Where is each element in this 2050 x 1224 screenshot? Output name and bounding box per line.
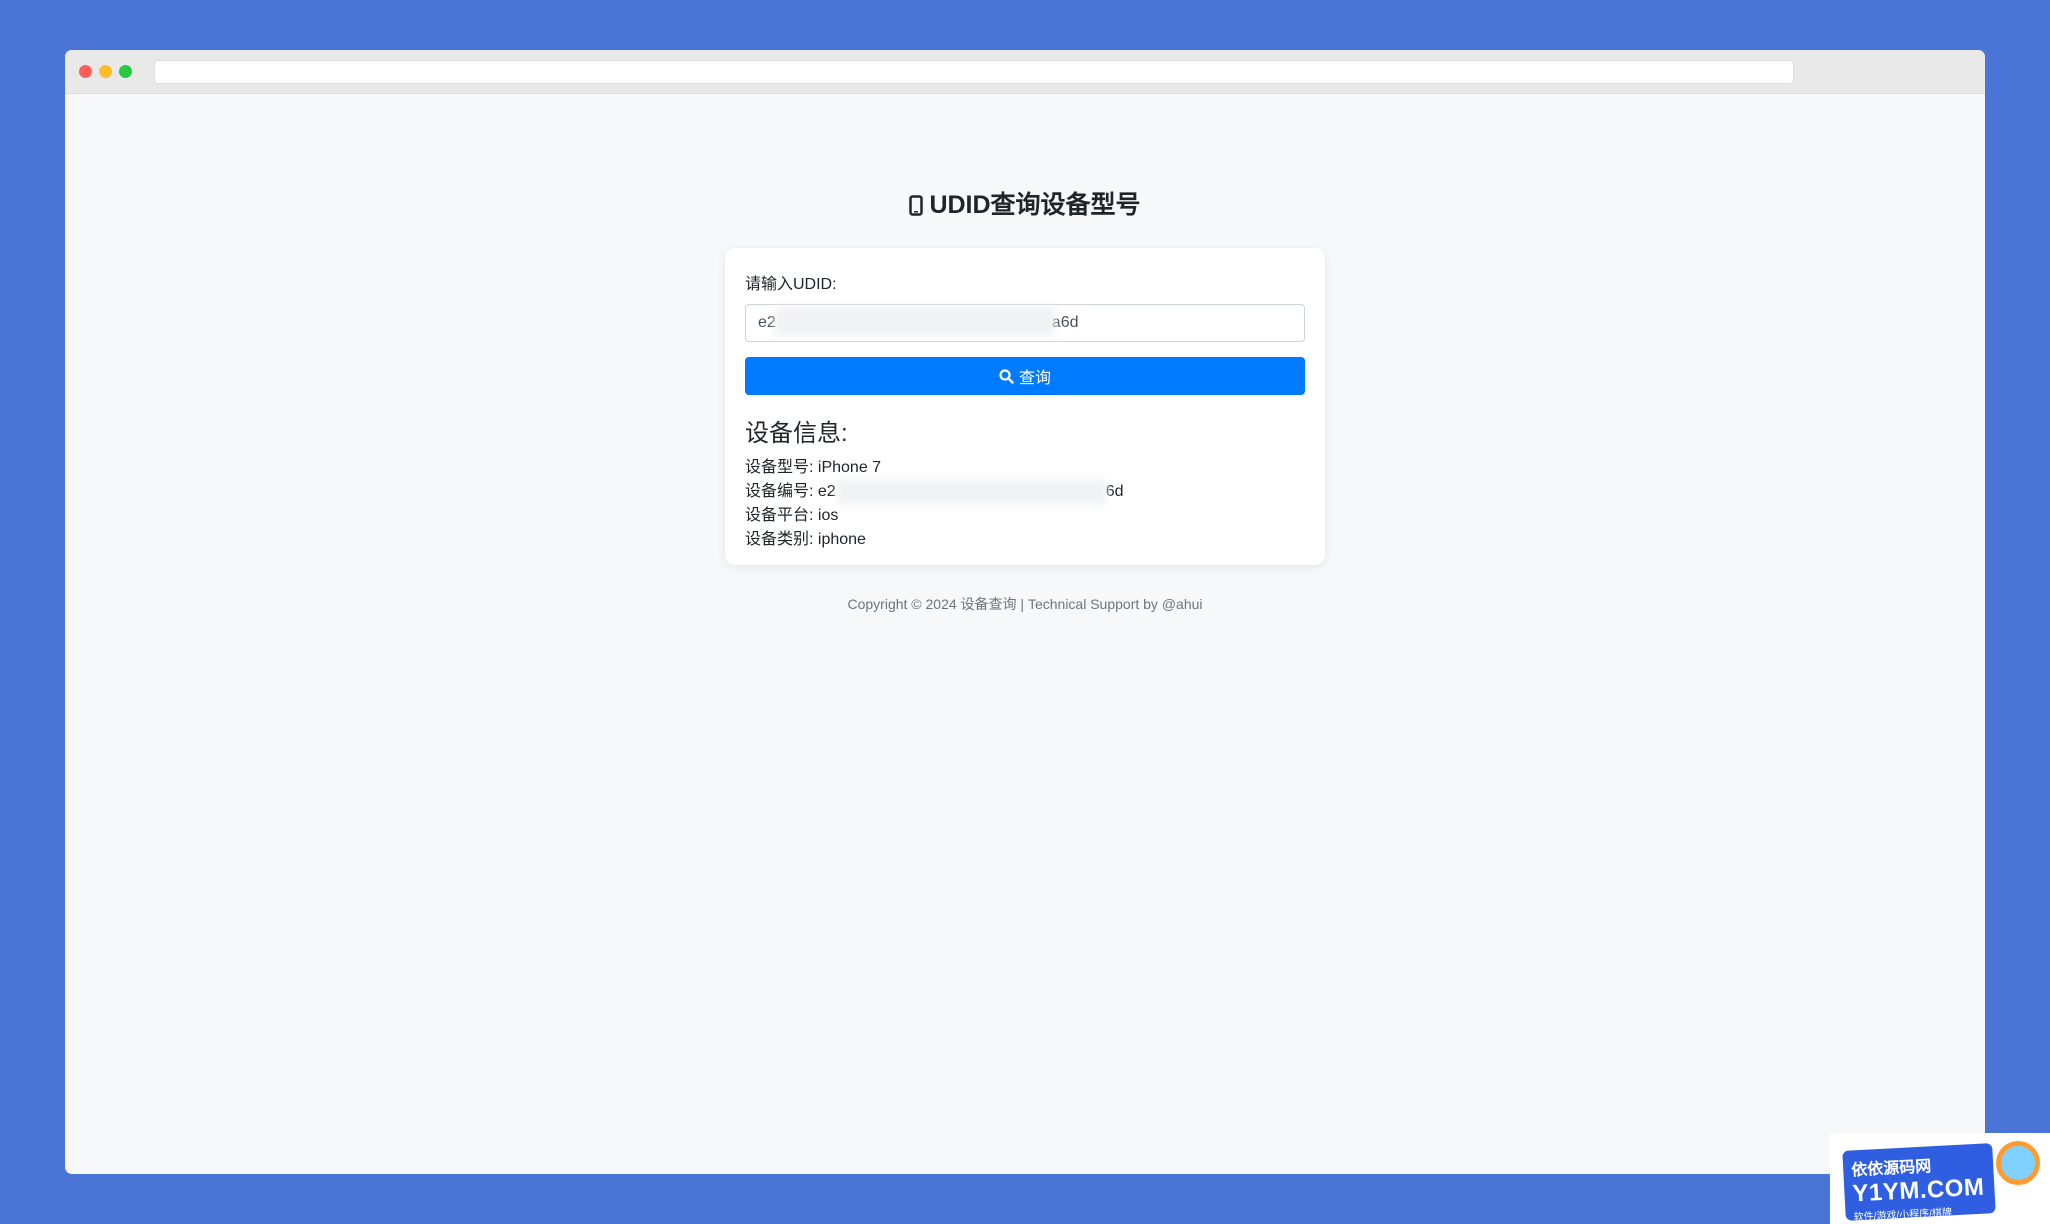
- watermark-badge: 依依源码网 Y1YM.COM 软件/游戏/小程序/棋牌: [1842, 1143, 1996, 1223]
- device-category-value: iphone: [817, 531, 866, 548]
- address-bar[interactable]: [154, 60, 1794, 84]
- device-model-value: iPhone 7: [817, 459, 882, 476]
- magnifier-icon: [1996, 1141, 2040, 1185]
- device-udid-value-start: e2: [817, 483, 836, 500]
- device-model-label: 设备型号:: [745, 459, 814, 476]
- search-icon: [999, 368, 1014, 384]
- device-category-label: 设备类别:: [745, 531, 814, 548]
- browser-window: UDID查询设备型号 请输入UDID: e2 a6d 查询 设备信息: 设备型号…: [65, 50, 1985, 1174]
- browser-chrome: [65, 50, 1985, 94]
- udid-input-value-start: e2: [758, 314, 776, 331]
- close-window-dot[interactable]: [79, 65, 92, 78]
- device-udid-label: 设备编号:: [745, 483, 814, 500]
- device-info-list: 设备型号: iPhone 7 设备编号: e2 6d 设备平台: ios 设备类别…: [745, 456, 1305, 552]
- device-udid-row: 设备编号: e2 6d: [745, 480, 1305, 504]
- query-button-label: 查询: [1018, 370, 1051, 387]
- device-info-heading: 设备信息:: [745, 420, 848, 447]
- page-content: UDID查询设备型号 请输入UDID: e2 a6d 查询 设备信息: 设备型号…: [65, 94, 1985, 1174]
- footer-copyright: Copyright © 2024 设备查询 | Technical Suppor…: [847, 596, 1203, 612]
- udid-redaction-blur: [837, 480, 1107, 504]
- maximize-window-dot[interactable]: [119, 65, 132, 78]
- query-button[interactable]: 查询: [745, 357, 1305, 395]
- device-udid-value-end: 6d: [1105, 483, 1124, 500]
- device-platform-row: 设备平台: ios: [745, 504, 1305, 528]
- device-platform-value: ios: [817, 507, 839, 524]
- udid-input-wrap: e2 a6d: [745, 304, 1305, 342]
- device-model-row: 设备型号: iPhone 7: [745, 456, 1305, 480]
- redaction-blur: [775, 306, 1055, 336]
- device-platform-label: 设备平台:: [745, 507, 814, 524]
- site-watermark-logo: 依依源码网 Y1YM.COM 软件/游戏/小程序/棋牌: [1830, 1133, 2050, 1224]
- page-title-text: UDID查询设备型号: [929, 191, 1141, 219]
- udid-input-value-end: a6d: [1051, 314, 1079, 331]
- page-title: UDID查询设备型号: [65, 185, 1985, 221]
- query-card: 请输入UDID: e2 a6d 查询 设备信息: 设备型号: iPhone 7 …: [725, 248, 1325, 565]
- device-category-row: 设备类别: iphone: [745, 528, 1305, 552]
- minimize-window-dot[interactable]: [99, 65, 112, 78]
- mobile-phone-icon: [909, 195, 924, 216]
- udid-label: 请输入UDID:: [745, 276, 837, 293]
